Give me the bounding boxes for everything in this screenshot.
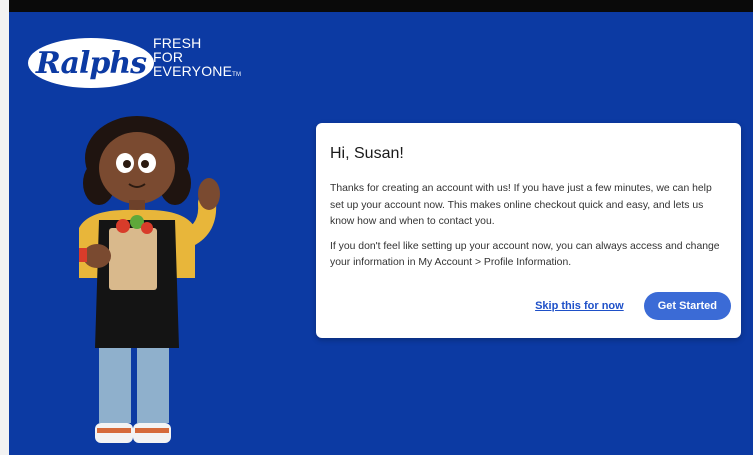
- waving-shopper-illustration: [79, 116, 220, 443]
- logo-wordmark: Ralphs: [35, 45, 147, 81]
- skip-link[interactable]: Skip this for now: [535, 300, 624, 312]
- welcome-screen: Ralphs FRESH FOR EVERYONETM Hi, Susan! T…: [9, 12, 753, 455]
- window-left-edge: [0, 0, 9, 455]
- tagline-line-3: EVERYONE: [153, 63, 233, 79]
- card-actions: Skip this for now Get Started: [535, 292, 731, 320]
- ralphs-logo: Ralphs: [28, 38, 154, 88]
- trademark-mark: TM: [232, 72, 242, 78]
- welcome-card: Hi, Susan! Thanks for creating an accoun…: [316, 123, 741, 338]
- greeting-heading: Hi, Susan!: [330, 145, 404, 162]
- tagline-line-1: FRESH: [153, 35, 202, 51]
- brand-tagline: FRESH FOR EVERYONETM: [153, 36, 241, 82]
- get-started-button[interactable]: Get Started: [643, 292, 731, 320]
- intro-paragraph: Thanks for creating an account with us! …: [330, 183, 712, 227]
- skip-info-paragraph: If you don't feel like setting up your a…: [330, 240, 720, 269]
- tagline-line-2: FOR: [153, 49, 184, 65]
